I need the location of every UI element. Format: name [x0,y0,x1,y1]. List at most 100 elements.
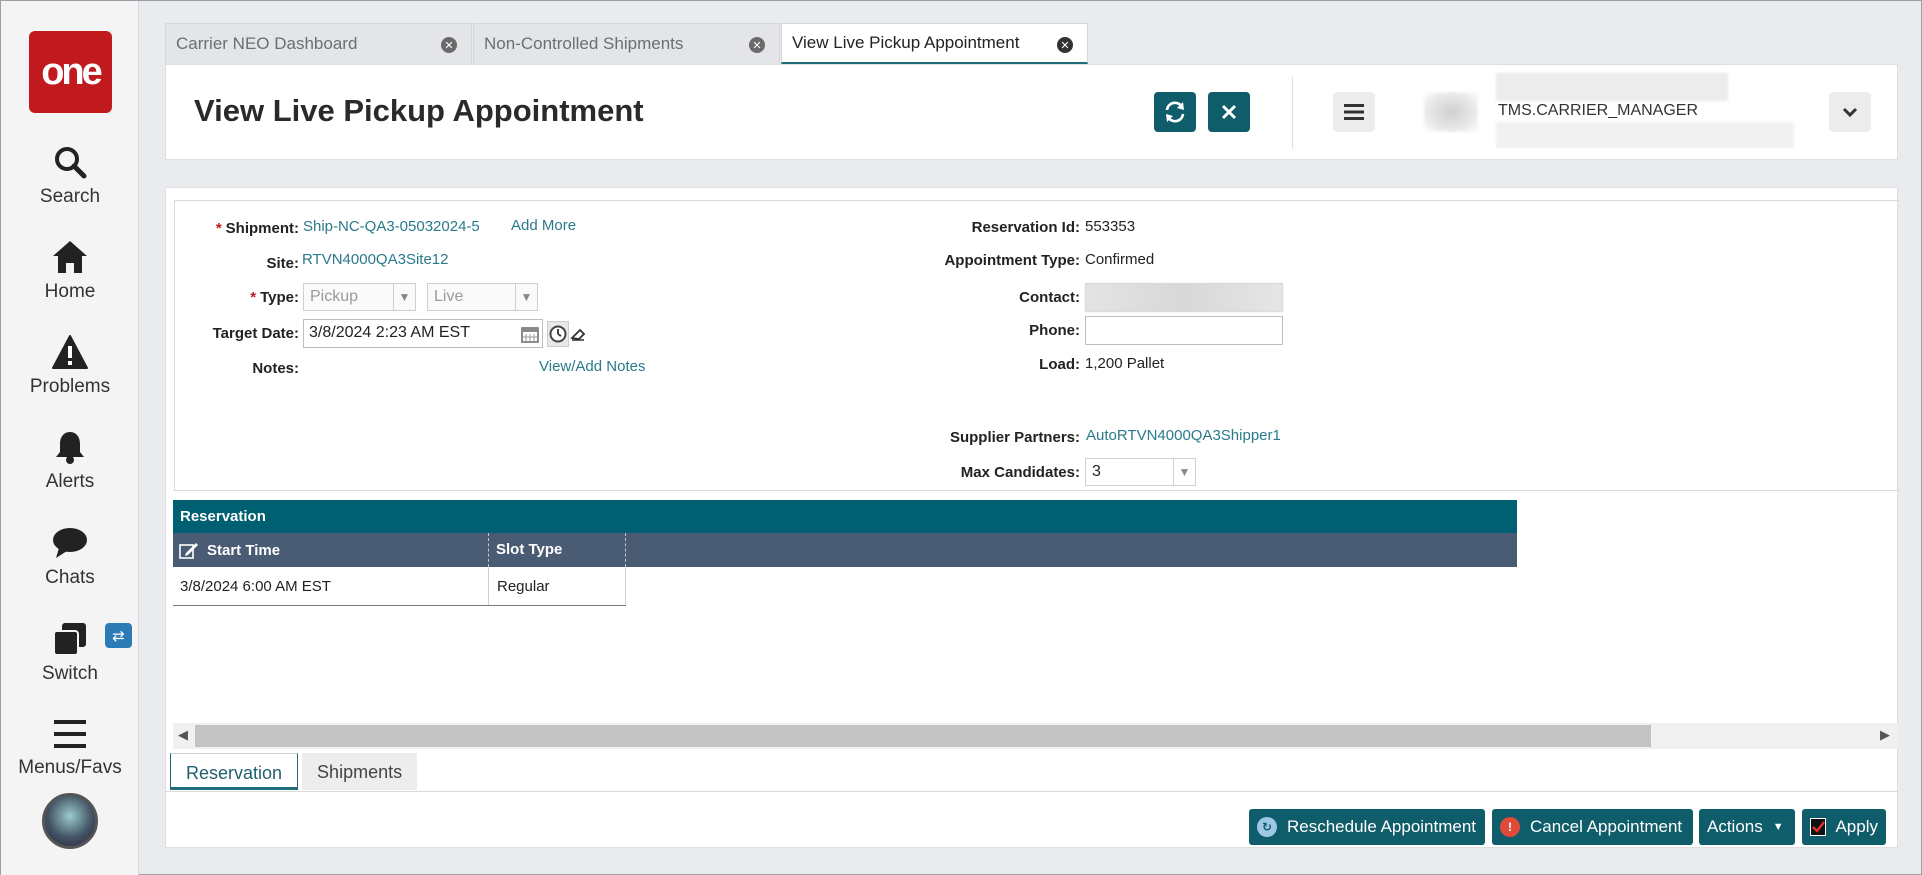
refresh-button[interactable] [1154,92,1196,132]
close-icon[interactable]: ✕ [749,37,765,53]
reservation-id-label: Reservation Id: [971,219,1080,236]
switch-arrows-icon[interactable]: ⇄ [105,623,132,648]
checkbox-icon [1810,818,1827,836]
phone-label: Phone: [1029,322,1080,339]
clear-icon[interactable] [567,321,589,347]
reschedule-appointment-button[interactable]: ↻ Reschedule Appointment [1249,809,1485,845]
scroll-left-icon[interactable]: ◀ [178,727,188,743]
load-value: 1,200 Pallet [1085,355,1165,372]
tab-label: Non-Controlled Shipments [484,34,684,53]
type-select-value: Pickup [310,288,359,305]
site-link[interactable]: RTVN4000QA3Site12 [302,251,448,268]
header-divider [1292,77,1293,149]
chevron-down-icon [1842,107,1858,118]
assistant-avatar[interactable] [42,793,98,849]
table-row[interactable]: 3/8/2024 6:00 AM EST Regular [173,567,626,606]
mode-select[interactable]: Live ▼ [427,283,538,311]
grid-title: Reservation [173,500,1517,533]
nav-chats-label: Chats [45,567,95,588]
chevron-down-icon: ▼ [515,284,537,310]
scroll-right-icon[interactable]: ▶ [1880,727,1890,743]
appointment-type-value: Confirmed [1085,251,1155,268]
tab-shipments[interactable]: Shipments [302,753,418,790]
supplier-partners-label: Supplier Partners: [949,429,1080,446]
bottom-tabs-divider [165,791,1898,792]
chevron-down-icon: ▼ [393,284,415,310]
nav-problems[interactable]: Problems [1,334,139,398]
page-title: View Live Pickup Appointment [194,93,644,128]
nav-menus[interactable]: Menus/Favs [1,717,139,779]
tab-carrier-neo-dashboard[interactable]: Carrier NEO Dashboard ✕ [165,23,472,64]
column-slot-type[interactable]: Slot Type [489,533,626,567]
chat-icon [53,528,87,558]
nav-chats[interactable]: Chats [1,525,139,589]
notes-label: Notes: [252,360,299,377]
nav-search[interactable]: Search [1,144,139,208]
nav-menus-label: Menus/Favs [18,757,122,778]
scrollbar-thumb[interactable] [195,725,1651,747]
warning-icon [52,335,88,369]
nav-problems-label: Problems [29,376,111,397]
bottom-tabs: Reservation Shipments [170,753,421,790]
shipment-label: * Shipment: [215,220,299,237]
load-label: Load: [1039,356,1080,373]
chevron-down-icon: ▼ [1173,459,1195,485]
nav-home[interactable]: Home [1,239,139,303]
close-icon [1221,104,1237,120]
nav-alerts[interactable]: Alerts [1,429,139,493]
hamburger-icon [1344,104,1364,120]
column-start-time[interactable]: Start Time [173,533,489,567]
site-label: Site: [266,255,299,272]
user-info-redacted [1496,73,1728,101]
close-icon[interactable]: ✕ [1057,37,1073,53]
bell-icon [56,432,84,464]
apply-button[interactable]: Apply [1802,809,1886,845]
caret-down-icon: ▼ [1772,821,1784,833]
view-add-notes-link[interactable]: View/Add Notes [539,358,645,375]
edit-icon[interactable] [179,541,199,559]
menu-icon [54,720,86,748]
nav-alerts-label: Alerts [45,471,95,492]
reservation-grid: Reservation Start Time Slot Type 3/8/202… [173,500,1517,606]
cancel-appointment-button[interactable]: ! Cancel Appointment [1492,809,1693,845]
actions-menu-button[interactable]: Actions ▼ [1699,809,1795,845]
search-icon [55,147,87,179]
cell-slot-type: Regular [489,567,626,605]
reschedule-icon: ↻ [1257,817,1277,837]
supplier-partners-link[interactable]: AutoRTVN4000QA3Shipper1 [1086,427,1281,444]
max-candidates-select[interactable]: 3 ▼ [1085,458,1196,486]
user-menu-button[interactable] [1829,92,1871,132]
shipment-link[interactable]: Ship-NC-QA3-05032024-5 [303,218,480,235]
tab-non-controlled-shipments[interactable]: Non-Controlled Shipments ✕ [473,23,780,64]
close-icon[interactable]: ✕ [441,37,457,53]
home-icon [53,241,87,273]
left-nav: one Search Home Problems Alerts Chats Sw… [1,1,139,875]
type-select[interactable]: Pickup ▼ [303,283,416,311]
tab-bar: Carrier NEO Dashboard ✕ Non-Controlled S… [165,23,1089,64]
contact-label: Contact: [1019,289,1080,306]
tab-reservation[interactable]: Reservation [170,753,299,790]
target-date-label: Target Date: [212,325,299,342]
tab-label: Carrier NEO Dashboard [176,34,358,53]
page-menu-button[interactable] [1333,92,1375,132]
refresh-icon [1165,101,1185,123]
max-candidates-label: Max Candidates: [960,464,1080,481]
clock-icon[interactable] [547,321,569,347]
switch-icon [53,623,86,656]
add-more-link[interactable]: Add More [511,217,576,234]
calendar-icon[interactable] [519,321,541,347]
phone-input[interactable] [1085,316,1283,345]
alert-icon: ! [1500,817,1520,837]
nav-home-label: Home [44,281,96,302]
nav-search-label: Search [39,186,101,207]
user-org-redacted [1496,122,1794,148]
horizontal-scrollbar[interactable]: ◀ ▶ [173,723,1898,749]
contact-field[interactable] [1085,283,1283,312]
close-page-button[interactable] [1208,92,1250,132]
tab-view-live-pickup-appointment[interactable]: View Live Pickup Appointment ✕ [781,23,1088,64]
target-date-input[interactable]: 3/8/2024 2:23 AM EST [303,319,543,348]
cell-start-time: 3/8/2024 6:00 AM EST [173,567,489,605]
one-logo[interactable]: one [29,31,112,113]
user-name: TMS.CARRIER_MANAGER [1498,102,1699,119]
nav-switch-label: Switch [42,663,98,684]
